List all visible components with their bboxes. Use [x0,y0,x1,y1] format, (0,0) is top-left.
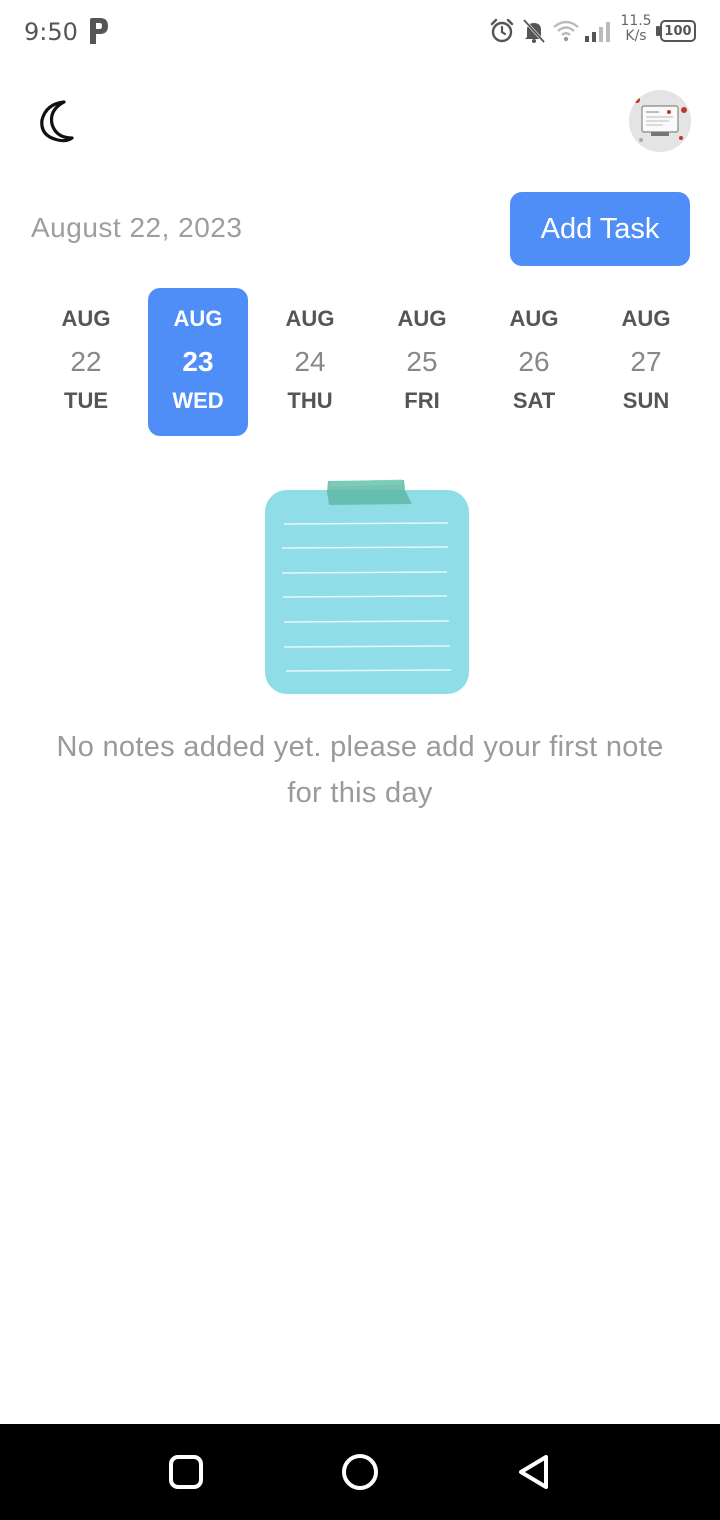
date-day: 24 [294,346,326,377]
date-month: AUG [173,306,223,331]
date-day: 23 [182,346,214,377]
system-nav-bar [0,1424,720,1520]
signal-icon [585,22,610,42]
status-bar: 9:50 11.5 K/s 100 [0,0,720,64]
triangle-back-icon[interactable] [514,1452,554,1492]
date-month: AUG [621,306,671,331]
date-item-27[interactable]: AUG 27 SUN [596,288,696,436]
current-date: August 22, 2023 [31,212,243,243]
date-day: 26 [518,346,550,377]
date-month: AUG [285,306,335,331]
date-day: 25 [406,346,438,377]
moon-icon[interactable] [36,98,76,144]
date-item-24[interactable]: AUG 24 THU [260,288,360,436]
date-picker-strip: AUG 22 TUE AUG 23 WED AUG 24 THU AUG 25 … [30,288,702,436]
battery-indicator: 100 [656,20,696,42]
circle-icon[interactable] [340,1452,380,1492]
wifi-icon [553,20,579,42]
bell-off-icon [522,18,546,44]
notepad-icon [265,479,469,694]
profile-avatar[interactable] [629,90,691,152]
date-weekday: WED [172,388,224,413]
square-icon[interactable] [166,1452,206,1492]
date-day: 27 [630,346,662,377]
avatar-image [629,90,691,152]
status-time: 9:50 [24,18,78,46]
date-weekday: SAT [512,388,556,413]
add-task-button[interactable]: Add Task [510,192,690,266]
date-month: AUG [61,306,111,331]
battery-level: 100 [660,20,696,42]
date-item-22[interactable]: AUG 22 TUE [36,288,136,436]
net-speed-unit: K/s [625,28,647,44]
date-weekday: FRI [404,388,440,413]
date-item-25[interactable]: AUG 25 FRI [372,288,472,436]
alarm-icon [490,18,514,43]
date-day: 22 [70,346,102,377]
date-item-26[interactable]: AUG 26 SAT [484,288,584,436]
app-screen: 9:50 11.5 K/s 100 August 22, 2023 Add Ta… [0,0,720,1520]
date-weekday: SUN [622,388,670,413]
date-weekday: TUE [64,388,108,413]
parking-app-icon [90,18,108,44]
date-item-23-selected[interactable]: AUG 23 WED [148,288,248,436]
network-speed: 11.5 K/s [619,14,653,44]
net-speed-value: 11.5 [620,13,652,29]
date-month: AUG [509,306,559,331]
empty-state-message: No notes added yet. please add your firs… [56,731,664,809]
date-month: AUG [397,306,447,331]
date-weekday: THU [287,388,333,413]
